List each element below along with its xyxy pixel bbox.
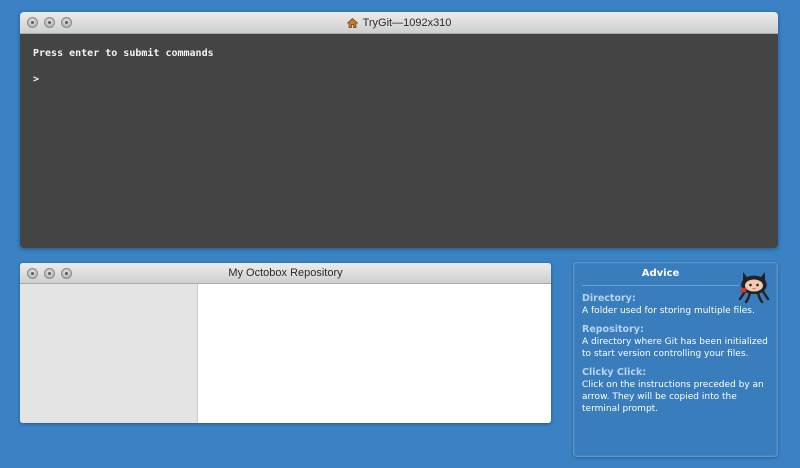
- repo-window-controls: [27, 268, 72, 279]
- advice-item: Clicky Click: Click on the instructions …: [582, 366, 769, 415]
- advice-definition: A directory where Git has been initializ…: [582, 337, 768, 359]
- octocat-icon: [737, 266, 771, 308]
- terminal-console[interactable]: Press enter to submit commands >: [20, 34, 778, 248]
- terminal-titlebar: TryGit—1092x310: [20, 12, 778, 34]
- terminal-input[interactable]: [45, 73, 646, 86]
- close-button[interactable]: [27, 17, 38, 28]
- terminal-intro: Press enter to submit commands: [33, 48, 214, 59]
- terminal-window: TryGit—1092x310 Press enter to submit co…: [20, 12, 778, 248]
- repository-titlebar: My Octobox Repository: [20, 263, 551, 284]
- prompt-symbol: >: [33, 74, 40, 85]
- window-controls: [27, 17, 72, 28]
- repository-window: My Octobox Repository: [20, 263, 551, 423]
- repository-file-tree[interactable]: [20, 284, 198, 423]
- repository-title: My Octobox Repository: [228, 267, 342, 279]
- terminal-title-text: TryGit—1092x310: [362, 16, 452, 29]
- zoom-button[interactable]: [61, 17, 72, 28]
- repo-close-button[interactable]: [27, 268, 38, 279]
- repository-body: [20, 284, 551, 423]
- repo-minimize-button[interactable]: [44, 268, 55, 279]
- advice-panel: Advice Directory: A folder used for stor…: [573, 262, 778, 457]
- advice-definition: Click on the instructions preceded by an…: [582, 380, 764, 414]
- repo-zoom-button[interactable]: [61, 268, 72, 279]
- repository-title-text: My Octobox Repository: [228, 267, 343, 279]
- minimize-button[interactable]: [44, 17, 55, 28]
- advice-title: Advice: [582, 268, 739, 286]
- advice-item: Repository: A directory where Git has be…: [582, 323, 769, 360]
- repository-file-view[interactable]: [198, 284, 551, 423]
- advice-term: Repository:: [582, 324, 644, 335]
- home-icon: [346, 17, 358, 28]
- advice-term: Clicky Click:: [582, 367, 647, 378]
- terminal-prompt-line[interactable]: >: [33, 73, 778, 86]
- terminal-title: TryGit—1092x310: [346, 16, 452, 29]
